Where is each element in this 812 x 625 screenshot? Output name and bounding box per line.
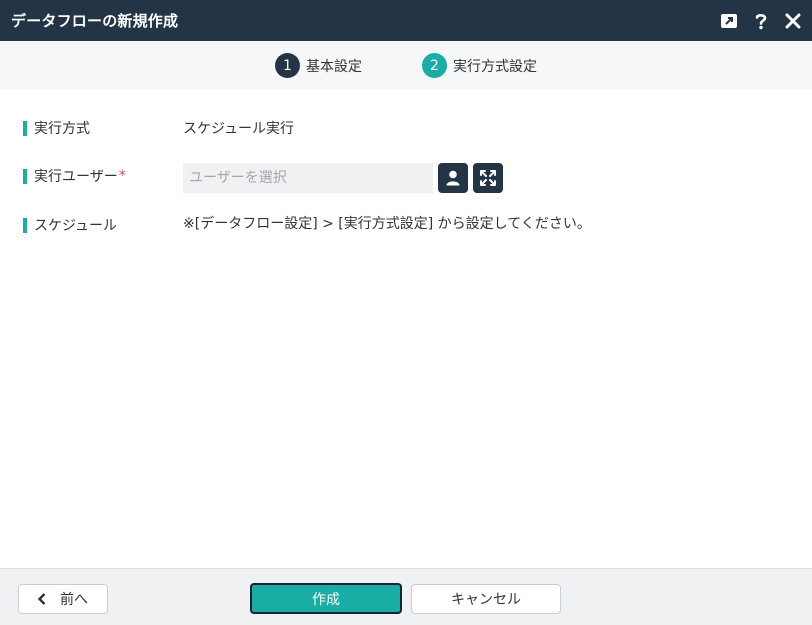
dialog-titlebar: データフローの新規作成: [0, 0, 812, 41]
prev-button[interactable]: 前へ: [18, 584, 108, 614]
step-number: 2: [422, 53, 447, 78]
expand-icon[interactable]: [718, 10, 740, 32]
create-button[interactable]: 作成: [250, 583, 402, 614]
step-label: 実行方式設定: [453, 58, 537, 75]
step-basic-settings: 1 基本設定: [275, 53, 362, 78]
chevron-left-icon: [38, 593, 46, 605]
row-execution-mode: 実行方式 スケジュール実行: [0, 118, 812, 150]
step-label: 基本設定: [306, 58, 362, 75]
execution-user-input[interactable]: [183, 163, 433, 193]
prev-label: 前へ: [60, 592, 88, 608]
execution-mode-label: 実行方式: [23, 118, 90, 138]
label-marker: [23, 120, 27, 136]
dialog-title: データフローの新規作成: [11, 12, 179, 30]
help-icon[interactable]: [750, 10, 772, 32]
step-execution-settings: 2 実行方式設定: [422, 53, 537, 78]
label-marker: [23, 168, 27, 184]
user-icon: [446, 170, 460, 186]
step-number: 1: [275, 53, 300, 78]
select-user-button[interactable]: [438, 163, 468, 193]
cancel-button[interactable]: キャンセル: [411, 584, 561, 614]
row-execution-user: 実行ユーザー *: [0, 163, 812, 195]
close-icon[interactable]: [782, 10, 804, 32]
label-marker: [23, 217, 27, 233]
dialog-footer: 前へ 作成 キャンセル: [0, 568, 812, 625]
execution-mode-value: スケジュール実行: [183, 121, 295, 137]
fullscreen-select-button[interactable]: [473, 163, 503, 193]
schedule-label: スケジュール: [23, 215, 117, 235]
execution-user-label: 実行ユーザー *: [23, 166, 126, 186]
schedule-value: ※[データフロー設定] > [実行方式設定] から設定してください。: [183, 216, 591, 232]
fullscreen-icon: [480, 170, 496, 186]
row-schedule: スケジュール ※[データフロー設定] > [実行方式設定] から設定してください…: [0, 215, 812, 247]
step-indicator: 1 基本設定 2 実行方式設定: [0, 41, 812, 90]
required-mark: *: [118, 168, 126, 184]
